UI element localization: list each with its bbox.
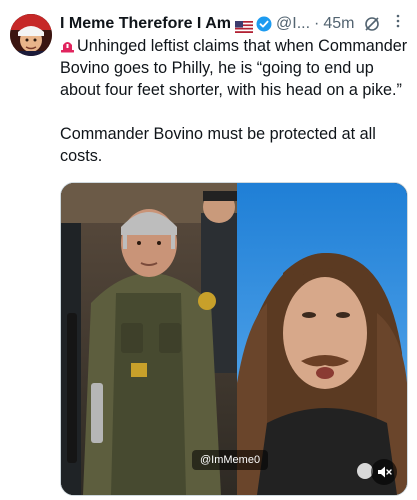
tweet-text: Unhinged leftist claims that when Comman… — [60, 35, 410, 167]
tweet-text-line2: Commander Bovino must be protected at al… — [60, 125, 381, 165]
siren-icon — [60, 37, 75, 53]
muted-speaker-icon[interactable] — [371, 459, 397, 485]
avatar[interactable] — [10, 14, 52, 56]
timestamp[interactable]: 45m — [323, 13, 354, 35]
video-watermark: @ImMeme0 — [192, 450, 269, 470]
video-left-pane — [61, 183, 237, 495]
video-right-pane — [237, 183, 407, 495]
tweet-text-line1: Unhinged leftist claims that when Comman… — [60, 37, 412, 99]
tweet[interactable]: I Meme Therefore I Am @I... · 45m Unhing… — [0, 0, 417, 500]
more-options-icon[interactable] — [390, 14, 407, 28]
tweet-header: I Meme Therefore I Am @I... · 45m — [60, 13, 410, 35]
grok-icon[interactable] — [363, 15, 381, 33]
verified-badge-icon — [256, 16, 272, 32]
separator-dot: · — [314, 15, 320, 32]
display-name[interactable]: I Meme Therefore I Am — [60, 13, 231, 35]
handle[interactable]: @I... — [276, 13, 310, 35]
us-flag-icon — [235, 18, 254, 33]
media-video[interactable]: @ImMeme0 — [60, 182, 408, 496]
